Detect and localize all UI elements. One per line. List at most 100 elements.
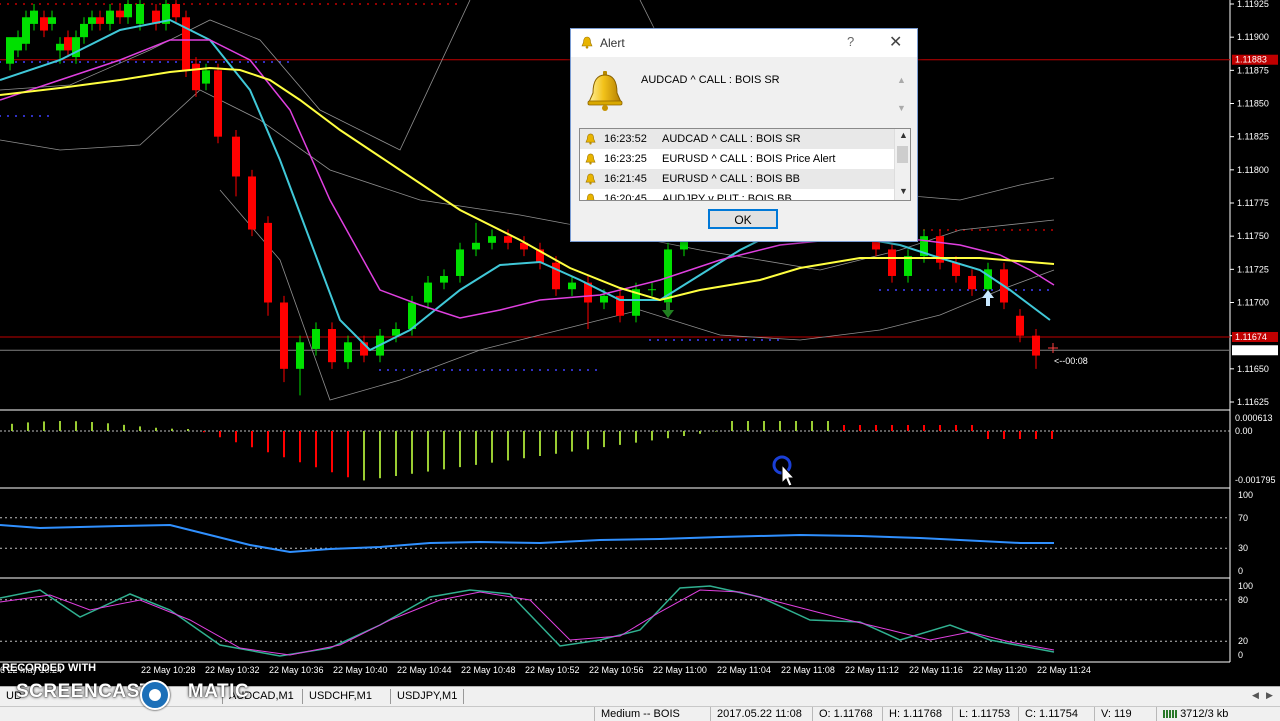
- envelope-dots: [431, 3, 433, 5]
- envelope-dots: [665, 339, 667, 341]
- envelope-dots: [931, 229, 933, 231]
- envelope-dots: [395, 369, 397, 371]
- candle-bull: [136, 4, 144, 24]
- envelope-dots: [419, 369, 421, 371]
- envelope-dots: [231, 3, 233, 5]
- candle-bear: [96, 17, 104, 24]
- envelope-dots: [79, 61, 81, 63]
- scroll-down-arrow-icon[interactable]: ▼: [899, 186, 908, 196]
- osc-level-label: 0.000613: [1235, 413, 1273, 423]
- list-item[interactable]: 16:23:25 EURUSD ^ CALL : BOIS Price Aler…: [580, 149, 894, 169]
- envelope-dots: [359, 3, 361, 5]
- envelope-dots: [737, 339, 739, 341]
- envelope-dots: [415, 3, 417, 5]
- alert-titlebar[interactable]: Alert ? ✕: [571, 29, 917, 57]
- envelope-dots: [689, 339, 691, 341]
- list-item[interactable]: 16:23:52 AUDCAD ^ CALL : BOIS SR: [580, 129, 894, 149]
- help-button[interactable]: ?: [847, 34, 854, 49]
- envelope-dots: [673, 339, 675, 341]
- envelope-dots: [1027, 229, 1029, 231]
- envelope-dots: [439, 3, 441, 5]
- time-label: 22 May 10:40: [333, 665, 388, 675]
- envelope-dots: [271, 61, 273, 63]
- price-label: 1.11925: [1237, 0, 1269, 9]
- alert-low-price-label: 1.11674: [1235, 332, 1267, 342]
- list-item[interactable]: 16:20:45 AUDJPY v PUT : BOIS BB: [580, 189, 894, 200]
- envelope-dots: [459, 369, 461, 371]
- envelope-dots: [499, 369, 501, 371]
- traffic-icon: [1163, 710, 1177, 719]
- candle-bull: [48, 17, 56, 24]
- envelope-dots: [975, 289, 977, 291]
- rsi-level-label: 100: [1238, 490, 1253, 500]
- price-label: 1.11900: [1237, 32, 1269, 42]
- signal-arrow-icon: [662, 302, 674, 318]
- envelope-dots: [215, 3, 217, 5]
- scroll-up-icon[interactable]: ▲: [897, 75, 906, 85]
- candle-bear: [116, 10, 124, 18]
- envelope-dots: [531, 369, 533, 371]
- candle-bull: [904, 256, 912, 276]
- candle-bull: [472, 242, 480, 250]
- candle-bear: [968, 275, 976, 290]
- list-item[interactable]: 16:21:45 EURUSD ^ CALL : BOIS BB: [580, 169, 894, 189]
- envelope-dots: [1003, 229, 1005, 231]
- envelope-dots: [263, 3, 265, 5]
- envelope-dots: [127, 61, 129, 63]
- scroll-up-arrow-icon[interactable]: ▲: [899, 130, 908, 140]
- ok-button[interactable]: OK: [708, 209, 778, 229]
- envelope-dots: [71, 61, 73, 63]
- candle-bear: [192, 63, 200, 91]
- envelope-dots: [47, 3, 49, 5]
- candle-bull: [648, 289, 656, 291]
- buy-signal-arrow-icon: [982, 290, 994, 306]
- envelope-dots: [335, 3, 337, 5]
- envelope-dots: [403, 369, 405, 371]
- candle-bull: [14, 37, 22, 51]
- envelope-dots: [0, 115, 1, 117]
- tab-scroll-left-icon[interactable]: ◀: [1252, 690, 1259, 701]
- rsi-level-label: 30: [1238, 543, 1248, 553]
- status-high: H: 1.11768: [882, 707, 953, 721]
- candle-bull: [56, 43, 64, 51]
- time-label: 22 May 10:36: [269, 665, 324, 675]
- envelope-dots: [39, 115, 41, 117]
- scroll-thumb[interactable]: [897, 146, 908, 163]
- envelope-dots: [1035, 229, 1037, 231]
- stoch-level-label: 100: [1238, 581, 1253, 591]
- candle-bull: [124, 4, 132, 18]
- bell-icon: [585, 173, 596, 185]
- envelope-dots: [31, 61, 33, 63]
- bar-countdown: <--00:08: [1054, 356, 1088, 366]
- band-right: [899, 177, 1055, 201]
- tab-usdjpy[interactable]: USDJPY,M1: [390, 689, 465, 704]
- status-volume: V: 119: [1094, 707, 1157, 721]
- scroll-down-icon[interactable]: ▼: [897, 103, 906, 113]
- envelope-dots: [31, 3, 33, 5]
- envelope-dots: [191, 61, 193, 63]
- price-label: 1.11800: [1237, 165, 1269, 175]
- envelope-dots: [587, 369, 589, 371]
- envelope-dots: [1031, 289, 1033, 291]
- envelope-dots: [753, 339, 755, 341]
- envelope-dots: [343, 3, 345, 5]
- envelope-dots: [903, 289, 905, 291]
- candle-bear: [952, 262, 960, 276]
- envelope-dots: [555, 369, 557, 371]
- alert-history-list[interactable]: 16:23:52 AUDCAD ^ CALL : BOIS SR 16:23:2…: [579, 128, 911, 201]
- envelope-dots: [327, 3, 329, 5]
- tab-usdchf[interactable]: USDCHF,M1: [302, 689, 378, 704]
- osc-level-label: 0.00: [1235, 426, 1253, 436]
- list-scrollbar[interactable]: ▲ ▼: [894, 129, 910, 200]
- envelope-dots: [447, 3, 449, 5]
- candle-bear: [40, 17, 48, 31]
- envelope-dots: [423, 3, 425, 5]
- close-button[interactable]: ✕: [889, 32, 902, 52]
- crosshair-icon: [1048, 343, 1058, 353]
- envelope-dots: [47, 61, 49, 63]
- alert-price-label: 1.11883: [1235, 55, 1267, 65]
- envelope-dots: [887, 289, 889, 291]
- tab-scroll-right-icon[interactable]: ▶: [1266, 690, 1273, 701]
- candle-bull: [106, 10, 114, 24]
- envelope-dots: [63, 61, 65, 63]
